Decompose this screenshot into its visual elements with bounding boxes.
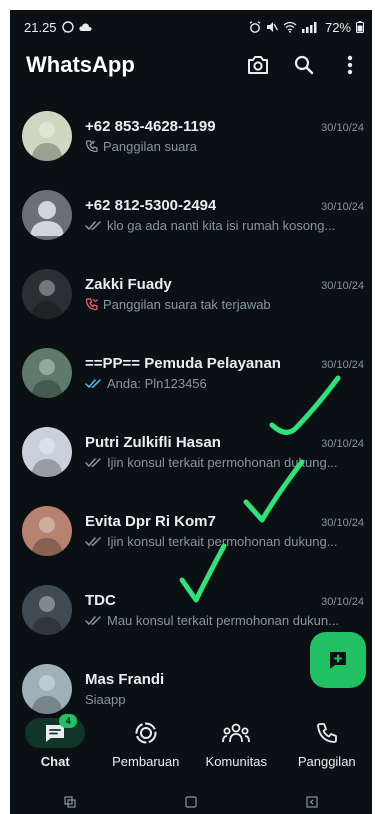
chat-content: ==PP== Pemuda Pelayanan 30/10/24 Anda: Pln… bbox=[85, 355, 364, 391]
chat-name: Zakki Fuady bbox=[85, 275, 172, 293]
status-bar: 21.25 72% bbox=[10, 10, 372, 44]
chat-content: +62 812-5300-2494 30/10/24 klo ga ada nant… bbox=[85, 197, 364, 233]
chat-content: Zakki Fuady 30/10/24 Panggilan suara tak t… bbox=[85, 276, 364, 312]
updates-icon bbox=[135, 722, 157, 744]
chat-content: Evita Dpr Ri Kom7 30/10/24 Ijin konsul ter… bbox=[85, 513, 364, 549]
chat-time: 30/10/24 bbox=[321, 121, 364, 134]
nav-chat-indicator: 4 bbox=[25, 714, 86, 748]
search-icon bbox=[294, 55, 314, 75]
more-options-button[interactable] bbox=[336, 51, 364, 79]
chat-time: 30/10/24 bbox=[321, 437, 364, 450]
nav-label-calls: Panggilan bbox=[297, 754, 356, 769]
double-check-icon bbox=[85, 220, 102, 231]
incoming-call-icon bbox=[85, 140, 98, 152]
missed-call-icon bbox=[85, 298, 98, 310]
chat-content: +62 853-4628-1199 30/10/24 Panggilan suara bbox=[85, 118, 364, 154]
calls-icon bbox=[316, 723, 337, 743]
double-check-blue-icon bbox=[85, 378, 102, 389]
chat-preview: Siaapp bbox=[85, 691, 126, 707]
home-icon[interactable] bbox=[185, 796, 197, 808]
chat-time: 30/10/24 bbox=[321, 595, 364, 608]
camera-button[interactable] bbox=[244, 51, 272, 79]
communities-icon bbox=[222, 723, 251, 743]
search-button[interactable] bbox=[290, 51, 318, 79]
chat-row[interactable]: Evita Dpr Ri Kom7 30/10/24 Ijin konsul ter… bbox=[10, 491, 372, 570]
chat-name: Evita Dpr Ri Kom7 bbox=[85, 512, 216, 530]
nav-calls[interactable]: Panggilan bbox=[282, 718, 372, 780]
chat-name: ==PP== Pemuda Pelayanan bbox=[85, 354, 281, 372]
avatar[interactable] bbox=[22, 584, 72, 635]
double-check-icon bbox=[85, 457, 102, 468]
back-icon[interactable] bbox=[306, 796, 318, 808]
chat-name: Mas Frandi bbox=[85, 670, 165, 688]
new-chat-button[interactable] bbox=[310, 632, 366, 688]
camera-icon bbox=[248, 56, 268, 74]
recents-icon[interactable] bbox=[64, 796, 76, 808]
chat-time: 30/10/24 bbox=[321, 279, 364, 292]
status-time: 21.25 bbox=[24, 19, 57, 35]
battery-percent: 72% bbox=[324, 19, 351, 35]
chat-row[interactable]: Putri Zulkifli Hasan 30/10/24 Ijin konsul … bbox=[10, 412, 372, 491]
chat-content: Putri Zulkifli Hasan 30/10/24 Ijin konsul … bbox=[85, 434, 364, 470]
chat-preview: Panggilan suara bbox=[103, 138, 197, 154]
chat-row[interactable]: +62 812-5300-2494 30/10/24 klo ga ada nant… bbox=[10, 175, 372, 254]
wifi-icon bbox=[283, 21, 297, 33]
chat-row[interactable]: +62 853-4628-1199 30/10/24 Panggilan suara bbox=[10, 96, 372, 175]
chat-content: TDC 30/10/24 Mau konsul terkait permohonan… bbox=[85, 592, 364, 628]
chat-name: +62 812-5300-2494 bbox=[85, 196, 217, 214]
avatar[interactable] bbox=[22, 505, 72, 556]
avatar[interactable] bbox=[22, 347, 72, 398]
avatar[interactable] bbox=[22, 663, 72, 714]
avatar[interactable] bbox=[22, 110, 72, 161]
chat-preview: Ijin konsul terkait permohonan dukung... bbox=[107, 454, 338, 470]
chat-name: +62 853-4628-1199 bbox=[85, 117, 216, 135]
chat-row[interactable]: ==PP== Pemuda Pelayanan 30/10/24 Anda: Pln… bbox=[10, 333, 372, 412]
chat-time: 30/10/24 bbox=[321, 358, 364, 371]
chat-name: Putri Zulkifli Hasan bbox=[85, 433, 221, 451]
bottom-navigation: 4 Chat Pembaruan Komunitas Panggilan bbox=[10, 714, 372, 780]
avatar[interactable] bbox=[22, 426, 72, 477]
nav-label-chat: Chat bbox=[40, 754, 70, 769]
double-check-icon bbox=[85, 615, 102, 626]
avatar[interactable] bbox=[22, 268, 72, 319]
chat-preview: Panggilan suara tak terjawab bbox=[103, 296, 271, 312]
chat-row[interactable]: Zakki Fuady 30/10/24 Panggilan suara tak t… bbox=[10, 254, 372, 333]
chat-preview: Anda: Pln123456 bbox=[107, 375, 207, 391]
alarm-icon bbox=[249, 21, 261, 33]
chat-preview: Mau konsul terkait permohonan dukun... bbox=[107, 612, 339, 628]
battery-icon bbox=[356, 21, 364, 33]
chat-preview: Ijin konsul terkait permohonan dukung... bbox=[107, 533, 338, 549]
system-navigation bbox=[10, 790, 372, 814]
more-icon bbox=[347, 55, 353, 75]
chat-time: 30/10/24 bbox=[321, 200, 364, 213]
mute-icon bbox=[266, 22, 278, 32]
unread-badge: 4 bbox=[59, 714, 78, 728]
signal-icon bbox=[301, 22, 317, 33]
avatar[interactable] bbox=[22, 189, 72, 240]
whatsapp-notification-icon bbox=[61, 21, 74, 33]
app-bar: WhatsApp bbox=[10, 44, 372, 86]
double-check-icon bbox=[85, 536, 102, 547]
new-chat-icon bbox=[330, 652, 346, 669]
nav-communities[interactable]: Komunitas bbox=[191, 718, 281, 780]
chat-time: 30/10/24 bbox=[321, 516, 364, 529]
phone-screen: 21.25 72% WhatsApp +62 853-4628-1199 30/… bbox=[10, 10, 372, 814]
cloud-icon bbox=[78, 23, 92, 31]
nav-label-communities: Komunitas bbox=[205, 754, 267, 769]
chat-preview: klo ga ada nanti kita isi rumah kosong..… bbox=[107, 217, 336, 233]
nav-chat[interactable]: 4 Chat bbox=[10, 714, 100, 780]
nav-updates[interactable]: Pembaruan bbox=[101, 718, 191, 780]
nav-label-updates: Pembaruan bbox=[112, 754, 180, 769]
app-title: WhatsApp bbox=[26, 52, 135, 77]
chat-name: TDC bbox=[85, 591, 116, 609]
